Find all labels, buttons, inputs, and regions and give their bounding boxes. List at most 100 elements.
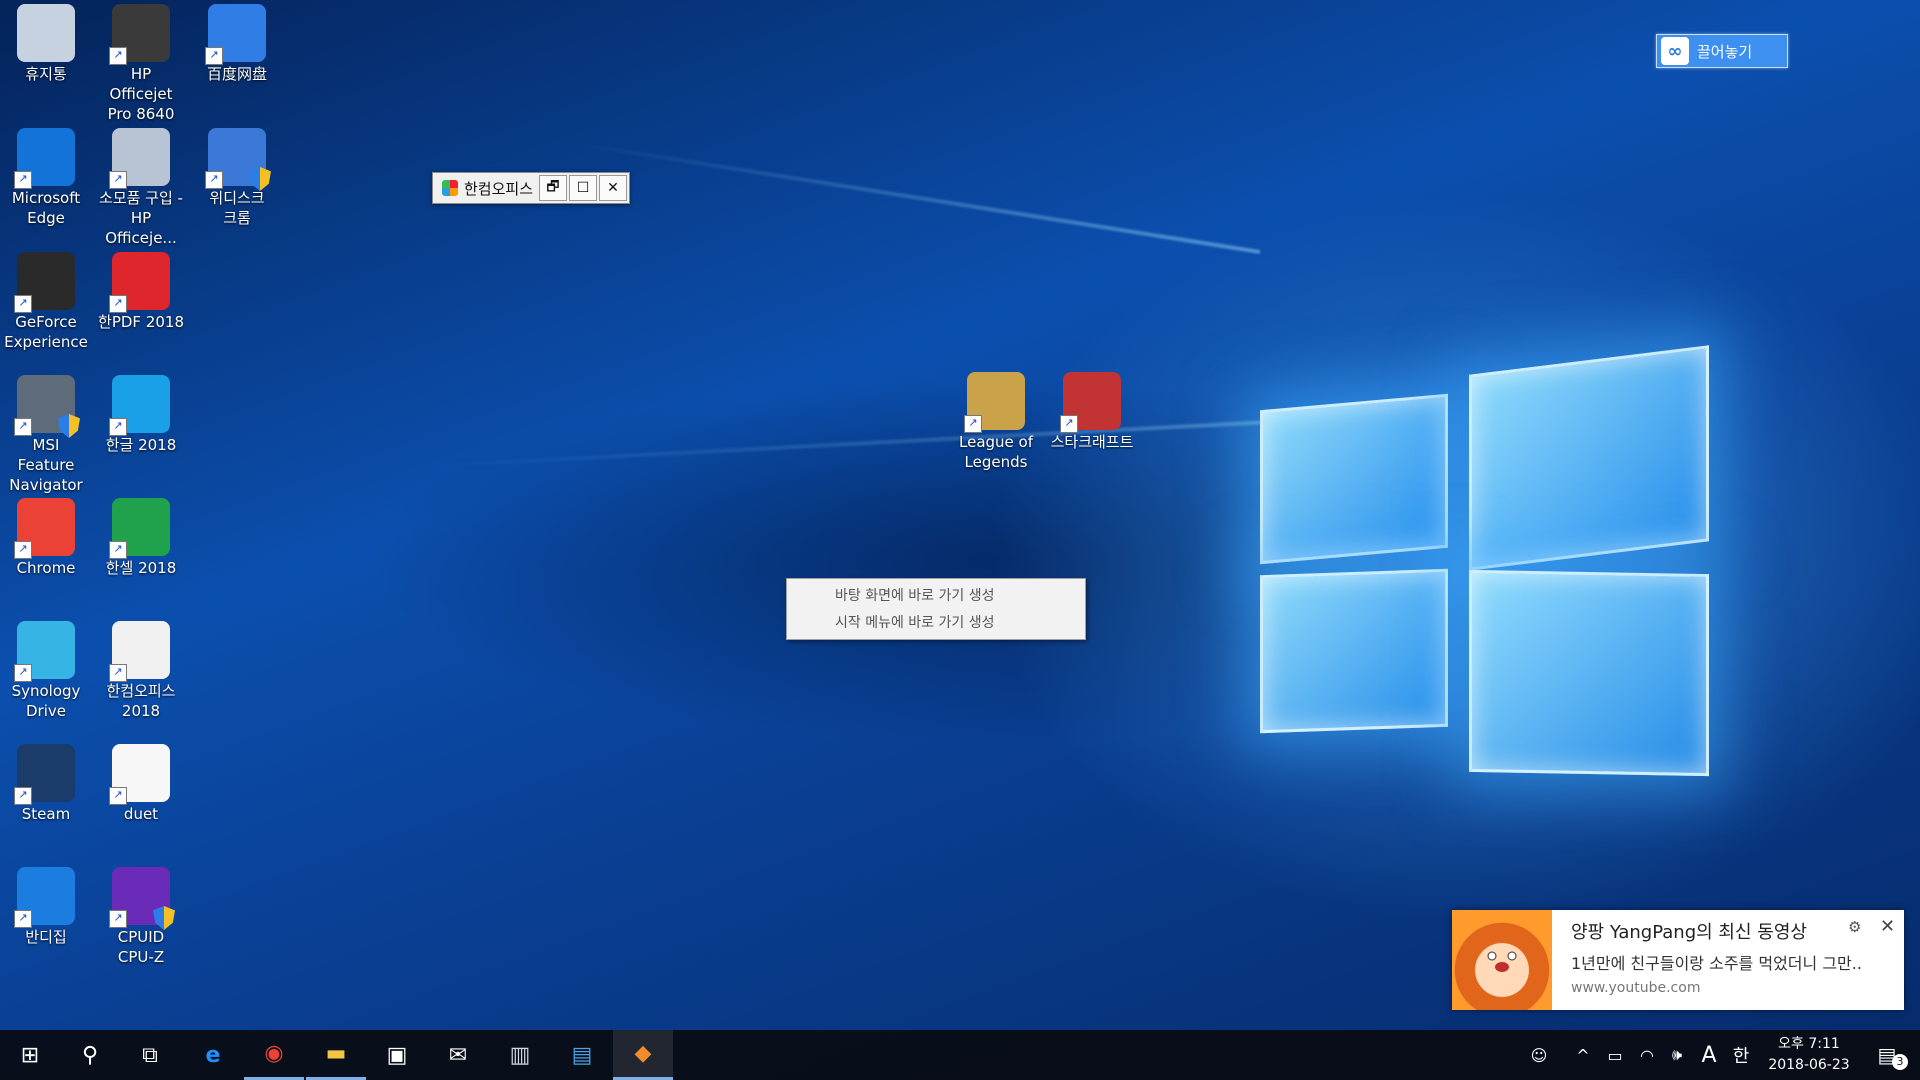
people-button[interactable]: ☺ [1522,1030,1556,1080]
taskbar-app-store[interactable]: ▣ [367,1030,427,1080]
desktop-icon-hp8640[interactable]: ↗ HP Officejet Pro 8640 [98,4,184,124]
clock-date: 2018-06-23 [1768,1057,1850,1073]
app-scan-icon: ▥ [509,1042,531,1068]
desktop-icon-steam[interactable]: ↗ Steam [3,744,89,824]
printer-icon: ↗ [109,4,170,65]
desktop-icon-recycle[interactable]: 휴지통 [3,4,89,84]
start-button[interactable]: ⊞ [0,1030,60,1080]
notification-source: www.youtube.com [1571,980,1701,996]
desktop-icon-label: Chrome [16,559,76,577]
desktop-icon-label: 한컴오피스 2018 [106,682,176,720]
desktop-icon-label: GeForce Experience [4,313,88,351]
desktop-icon-label: 한PDF 2018 [98,313,184,331]
mail-icon: ✉ [448,1042,468,1068]
desktop-icon-edge[interactable]: ↗ Microsoft Edge [3,128,89,228]
shortcut-arrow-icon: ↗ [14,541,32,559]
wedisk-icon: ↗ [205,128,271,191]
taskbar-app-mail[interactable]: ✉ [428,1030,488,1080]
desktop-icon-hanpdf[interactable]: ↗ 한PDF 2018 [98,252,184,332]
wifi-icon: ◠ [1640,1045,1654,1065]
desktop-icon-label: Synology Drive [11,682,81,720]
desktop-icon-hangul[interactable]: ↗ 한글 2018 [98,375,184,455]
taskbar-app-hancom[interactable]: ◆ [613,1030,673,1080]
shortcut-arrow-icon: ↗ [205,47,223,65]
floating-bar-title: 한컴오피스 [464,179,534,198]
desktop-icon-chrome[interactable]: ↗ Chrome [3,498,89,578]
maximize-button[interactable]: ☐ [569,175,597,201]
shortcut-arrow-icon: ↗ [1060,415,1078,433]
shortcut-arrow-icon: ↗ [14,295,32,313]
baidu-netdisk-icon: ∞ [1661,37,1689,65]
league-of-legends-icon: ↗ [964,372,1025,433]
task-view-button[interactable]: ⧉ [120,1030,180,1080]
desktop-icon-label: 스타크래프트 [1050,433,1134,451]
task-view-icon: ⧉ [142,1042,158,1068]
chevron-up-icon: ^ [1576,1045,1590,1065]
baidu-drop-button[interactable]: ∞ 끌어놓기 [1656,34,1788,68]
shortcut-arrow-icon: ↗ [964,415,982,433]
desktop-icon-hpshop[interactable]: ↗ 소모품 구입 - HP Officeje... [98,128,184,248]
notification-toast[interactable]: 양팡 YangPang의 최신 동영상 1년만에 친구들이랑 소주를 먹었더니 … [1452,910,1904,1010]
hancom-floating-bar[interactable]: 한컴오피스 🗗 ☐ ✕ [432,172,630,204]
chrome-icon: ↗ [14,498,75,559]
action-center-button[interactable]: ▤ 3 [1862,1030,1912,1080]
volume-button[interactable]: 🕪 [1662,1030,1692,1080]
desktop-icon-synology[interactable]: ↗ Synology Drive [3,621,89,721]
shortcut-arrow-icon: ↗ [109,787,127,805]
desktop-icon-geforce[interactable]: ↗ GeForce Experience [3,252,89,352]
duet-icon: ↗ [109,744,170,805]
taskbar-app-app-scan[interactable]: ▥ [490,1030,550,1080]
hancom-office-icon: ↗ [109,621,170,682]
ime-mode-button[interactable]: A [1694,1030,1724,1080]
desktop-icon-label: 반디집 [25,928,67,946]
desktop-icon-lol[interactable]: ↗ League of Legends [953,372,1039,472]
desktop-icon-label: 휴지통 [25,65,67,83]
desktop-icon-hancell[interactable]: ↗ 한셀 2018 [98,498,184,578]
menu-item-desktop-shortcut[interactable]: 바탕 화면에 바로 가기 생성 [787,583,1085,610]
taskbar-app-chrome[interactable]: ◉ [244,1030,304,1080]
context-menu: 바탕 화면에 바로 가기 생성 시작 메뉴에 바로 가기 생성 [786,578,1086,640]
close-icon[interactable]: ✕ [1880,916,1895,937]
notification-title: 양팡 YangPang의 최신 동영상 [1571,922,1807,943]
taskbar-clock[interactable]: 오후 7:11 2018-06-23 [1760,1034,1858,1076]
desktop-icon-label: CPUID CPU-Z [117,928,165,966]
hanpdf-icon: ↗ [109,252,170,313]
printer-supplies-icon: ↗ [109,128,170,189]
desktop-icon-duet[interactable]: ↗ duet [98,744,184,824]
windows-logo-wallpaper [1260,340,1710,790]
shortcut-arrow-icon: ↗ [14,418,32,436]
cpuz-icon: ↗ [109,867,175,930]
desktop-icon-cpuz[interactable]: ↗ CPUID CPU-Z [98,867,184,967]
desktop-icon-bandizip[interactable]: ↗ 반디집 [3,867,89,947]
shortcut-arrow-icon: ↗ [14,787,32,805]
desktop-icon-label: 한셀 2018 [105,559,177,577]
desktop-icon-baidu[interactable]: ↗ 百度网盘 [194,4,280,84]
taskbar-app-edge[interactable]: e [183,1030,243,1080]
steam-icon: ↗ [14,744,75,805]
hangul-icon: ↗ [109,375,170,436]
windows-icon: ⊞ [20,1042,40,1068]
desktop-icon-msi[interactable]: ↗ MSI Feature Navigator [3,375,89,495]
desktop-icon-label: HP Officejet Pro 8640 [107,65,175,123]
notification-body: 1년만에 친구들이랑 소주를 먹었더니 그만.. [1571,954,1862,973]
taskbar-app-app-remote[interactable]: ▤ [552,1030,612,1080]
close-button[interactable]: ✕ [599,175,627,201]
battery-button[interactable]: ▭ [1600,1030,1630,1080]
search-icon: ⚲ [81,1042,99,1068]
desktop-icon-hancom[interactable]: ↗ 한컴오피스 2018 [98,621,184,721]
ime-hangul-button[interactable]: 한 [1726,1030,1756,1080]
ime-a-label: A [1701,1042,1717,1068]
store-icon: ▣ [386,1042,408,1068]
taskbar-app-file-explorer[interactable]: ▬ [306,1030,366,1080]
file-explorer-icon: ▬ [325,1041,347,1066]
restore-button[interactable]: 🗗 [539,175,567,201]
gear-icon[interactable]: ⚙ [1848,918,1861,936]
show-hidden-icons-button[interactable]: ^ [1568,1030,1598,1080]
wifi-button[interactable]: ◠ [1632,1030,1662,1080]
search-button[interactable]: ⚲ [60,1030,120,1080]
menu-item-start-shortcut[interactable]: 시작 메뉴에 바로 가기 생성 [787,610,1085,637]
desktop-icon-starcraft[interactable]: ↗ 스타크래프트 [1049,372,1135,452]
desktop-icon-label: 소모품 구입 - HP Officeje... [99,189,183,247]
desktop-icon-wedisk[interactable]: ↗ 위디스크 크롬 [194,128,280,228]
desktop-icon-label: 위디스크 크롬 [209,189,265,227]
